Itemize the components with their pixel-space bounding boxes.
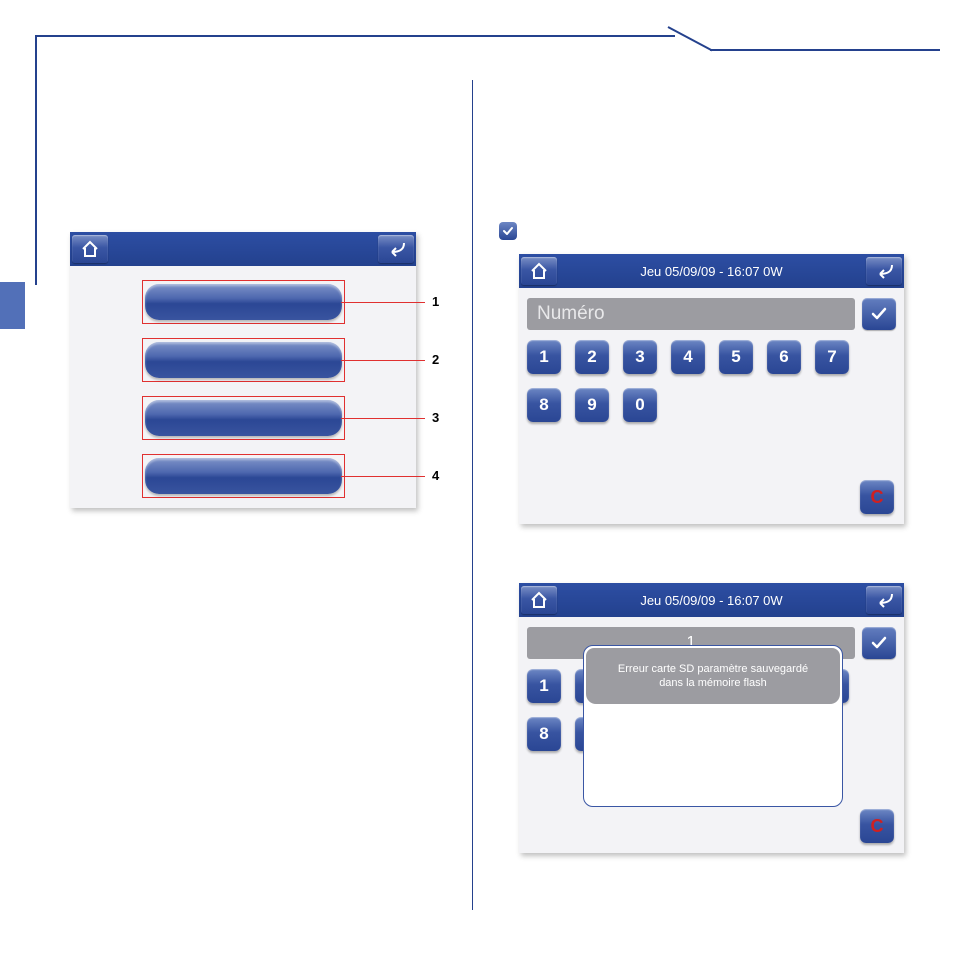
back-button[interactable] — [866, 586, 902, 614]
home-button[interactable] — [521, 586, 557, 614]
leader-line-4 — [341, 476, 425, 477]
key-4[interactable]: 4 — [671, 340, 705, 374]
key-1[interactable]: 1 — [527, 669, 561, 703]
home-button[interactable] — [521, 257, 557, 285]
leader-line-3 — [341, 418, 425, 419]
key-6[interactable]: 6 — [767, 340, 801, 374]
clear-label: C — [871, 816, 884, 837]
confirm-button[interactable] — [862, 298, 896, 330]
titlebar-date: Jeu 05/09/09 - 16:07 0W — [640, 593, 782, 608]
frame-diagonal — [668, 26, 713, 51]
key-7[interactable]: 7 — [815, 340, 849, 374]
leader-line-1 — [341, 302, 425, 303]
key-9[interactable]: 9 — [575, 388, 609, 422]
leader-label-4: 4 — [432, 468, 439, 483]
leader-label-3: 3 — [432, 410, 439, 425]
menu-panel — [70, 232, 416, 508]
menu-button-3[interactable] — [145, 400, 342, 436]
key-3[interactable]: 3 — [623, 340, 657, 374]
clear-button[interactable]: C — [860, 809, 894, 843]
frame-top — [35, 35, 675, 37]
clear-button[interactable]: C — [860, 480, 894, 514]
side-tab — [0, 282, 25, 329]
leader-label-2: 2 — [432, 352, 439, 367]
confirm-button[interactable] — [862, 627, 896, 659]
error-line-2: dans la mémoire flash — [659, 676, 767, 690]
titlebar — [70, 232, 416, 266]
menu-button-2[interactable] — [145, 342, 342, 378]
menu-item-1 — [142, 280, 345, 324]
leader-line-2 — [341, 360, 425, 361]
menu-item-3 — [142, 396, 345, 440]
number-input[interactable]: Numéro — [527, 298, 855, 330]
key-0[interactable]: 0 — [623, 388, 657, 422]
back-button[interactable] — [378, 235, 414, 263]
titlebar: Jeu 05/09/09 - 16:07 0W — [519, 583, 904, 617]
titlebar: Jeu 05/09/09 - 16:07 0W — [519, 254, 904, 288]
back-button[interactable] — [866, 257, 902, 285]
menu-button-1[interactable] — [145, 284, 342, 320]
error-line-1: Erreur carte SD paramètre sauvegardé — [618, 662, 808, 676]
home-button[interactable] — [72, 235, 108, 263]
key-8[interactable]: 8 — [527, 388, 561, 422]
error-popup: Erreur carte SD paramètre sauvegardé dan… — [583, 645, 843, 807]
error-message: Erreur carte SD paramètre sauvegardé dan… — [586, 648, 840, 704]
check-icon — [499, 222, 517, 240]
center-divider — [472, 80, 473, 910]
keypad: 1 2 3 4 5 6 7 8 9 0 — [519, 336, 904, 426]
key-1[interactable]: 1 — [527, 340, 561, 374]
menu-item-2 — [142, 338, 345, 382]
menu-item-4 — [142, 454, 345, 498]
clear-label: C — [871, 487, 884, 508]
key-8[interactable]: 8 — [527, 717, 561, 751]
numpad-panel-1: Jeu 05/09/09 - 16:07 0W Numéro 1 2 3 4 5… — [519, 254, 904, 524]
leader-label-1: 1 — [432, 294, 439, 309]
frame-left — [35, 35, 37, 285]
titlebar-date: Jeu 05/09/09 - 16:07 0W — [640, 264, 782, 279]
key-5[interactable]: 5 — [719, 340, 753, 374]
frame-right — [710, 49, 940, 51]
numpad-panel-2: Jeu 05/09/09 - 16:07 0W 1 1 2 3 4 5 6 7 … — [519, 583, 904, 853]
key-2[interactable]: 2 — [575, 340, 609, 374]
menu-button-4[interactable] — [145, 458, 342, 494]
